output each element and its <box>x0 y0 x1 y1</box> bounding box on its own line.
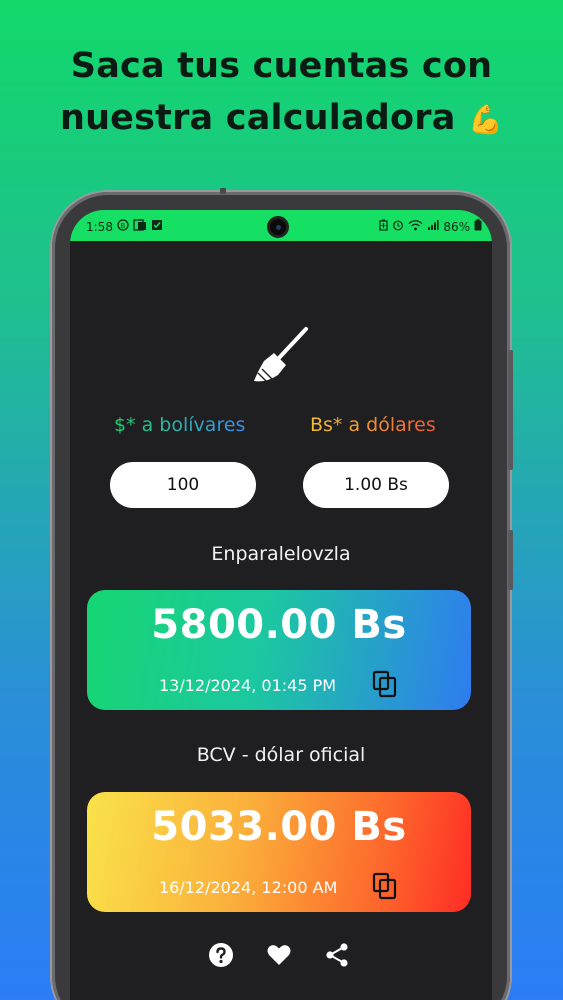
b-icon: B <box>117 219 129 234</box>
rate-source-parallel: Enparalelovzla <box>211 543 351 565</box>
phone-volume-button <box>508 530 513 590</box>
copy-icon[interactable] <box>372 872 398 900</box>
status-left: 1:58 B <box>86 219 163 234</box>
phone-power-button <box>508 350 513 470</box>
help-icon[interactable] <box>208 942 234 968</box>
broom-icon[interactable] <box>248 325 312 389</box>
usd-to-bs-label: $* a bolívares <box>114 414 246 436</box>
rate-date-parallel: 13/12/2024, 01:45 PM <box>159 676 337 695</box>
wifi-icon <box>408 219 423 234</box>
signal-icon <box>427 219 439 234</box>
headline-line-2-text: nuestra calculadora <box>59 98 456 138</box>
muscle-emoji: 💪 <box>467 103 504 136</box>
file-icon <box>133 219 147 234</box>
battery-icon <box>474 219 482 234</box>
rate-date-bcv: 16/12/2024, 12:00 AM <box>159 878 338 897</box>
rate-card-parallel: 5800.00 Bs 13/12/2024, 01:45 PM <box>87 590 471 710</box>
heart-icon[interactable] <box>266 942 292 968</box>
front-camera <box>267 216 289 238</box>
battery-percent: 86% <box>443 219 470 234</box>
status-time: 1:58 <box>86 219 113 234</box>
headline-line-1: Saca tus cuentas con <box>70 46 493 86</box>
bottom-actions <box>70 942 492 972</box>
status-right: 86% <box>379 219 482 234</box>
battery-saver-icon <box>379 219 388 234</box>
svg-text:B: B <box>120 222 125 230</box>
app-screen: 1:58 B 86% $* a bolívares Bs* a dólares … <box>70 210 492 1000</box>
rate-value-bcv: 5033.00 Bs <box>151 804 407 850</box>
status-bar: 1:58 B 86% <box>70 210 492 241</box>
share-icon[interactable] <box>324 942 350 968</box>
copy-icon[interactable] <box>372 670 398 698</box>
checkbox-icon <box>151 219 163 234</box>
rate-value-parallel: 5800.00 Bs <box>151 602 407 648</box>
bs-to-usd-label: Bs* a dólares <box>310 414 436 436</box>
rate-card-bcv: 5033.00 Bs 16/12/2024, 12:00 AM <box>87 792 471 912</box>
headline-line-2: nuestra calculadora 💪 <box>0 92 563 146</box>
alarm-icon <box>392 219 404 234</box>
phone-top-sensor <box>220 188 226 194</box>
rate-source-bcv: BCV - dólar oficial <box>196 744 366 766</box>
usd-amount-input[interactable] <box>110 462 256 508</box>
bs-amount-input[interactable] <box>303 462 449 508</box>
promo-headline: Saca tus cuentas con nuestra calculadora… <box>0 40 563 146</box>
